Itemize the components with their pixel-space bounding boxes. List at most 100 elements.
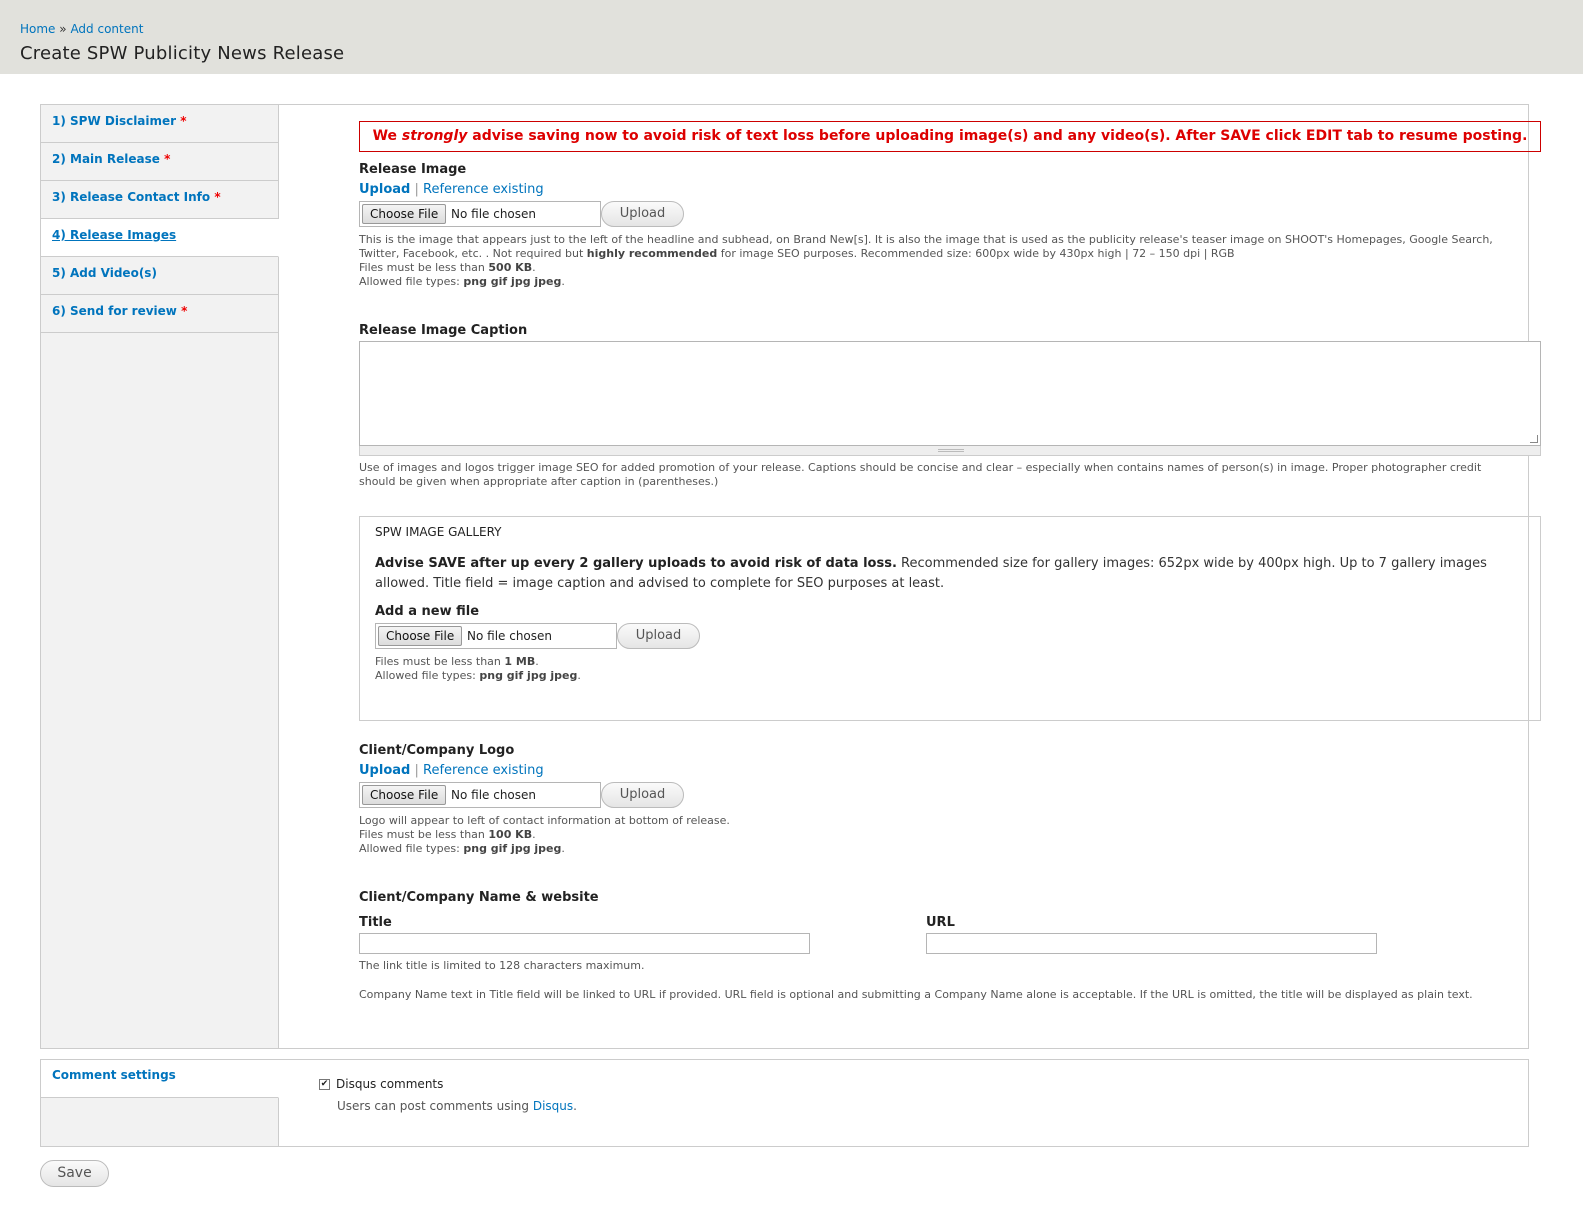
description-text: . — [561, 275, 565, 288]
company-name-website-label: Client/Company Name & website — [359, 890, 599, 905]
allowed-file-types: Allowed file types: png gif jpg jpeg. — [359, 275, 1539, 289]
required-marker: * — [180, 114, 187, 128]
title-label: Title — [359, 915, 392, 930]
gallery-file-input[interactable]: Choose File No file chosen — [375, 623, 617, 649]
reference-existing-link[interactable]: Reference existing — [423, 182, 544, 197]
upload-tab-link[interactable]: Upload — [359, 182, 410, 197]
required-marker: * — [181, 304, 188, 318]
file-size-limit: Files must be less than 1 MB. — [375, 655, 581, 669]
vertical-tabs: 1) SPW Disclaimer * 2) Main Release * 3)… — [40, 104, 1541, 1049]
tab-release-images[interactable]: 4) Release Images — [41, 219, 279, 257]
tab-label: 6) Send for review — [52, 304, 177, 318]
allowed-file-types: Allowed file types: png gif jpg jpeg. — [359, 842, 730, 856]
comment-settings-section: Comment settings ✔ Disqus comments Users… — [40, 1059, 1529, 1147]
tab-release-contact-info[interactable]: 3) Release Contact Info * — [41, 181, 278, 219]
release-image-upload-button[interactable]: Upload — [601, 201, 684, 227]
caption-label: Release Image Caption — [359, 323, 528, 338]
required-marker: * — [214, 190, 221, 204]
url-label: URL — [926, 915, 955, 930]
release-image-description: This is the image that appears just to t… — [359, 233, 1539, 289]
tab-spw-disclaimer[interactable]: 1) SPW Disclaimer * — [41, 105, 278, 143]
grip-icon — [938, 449, 964, 452]
file-size-limit: Files must be less than 100 KB. — [359, 828, 730, 842]
breadcrumb-add-content-link[interactable]: Add content — [70, 22, 143, 36]
description-text: Twitter, Facebook, etc. . Not required b… — [359, 247, 587, 260]
description-text: Files must be less than — [375, 655, 505, 668]
disqus-link[interactable]: Disqus — [533, 1099, 573, 1113]
release-image-file-input[interactable]: Choose File No file chosen — [359, 201, 601, 227]
description-line: Logo will appear to left of contact info… — [359, 814, 730, 827]
description-line: This is the image that appears just to t… — [359, 233, 1493, 246]
upload-tab-link[interactable]: Upload — [359, 763, 410, 778]
file-status: No file chosen — [451, 788, 537, 802]
save-button[interactable]: Save — [40, 1160, 109, 1187]
description-line: should be given when appropriate after c… — [359, 475, 719, 488]
tab-comment-settings[interactable]: Comment settings — [41, 1060, 279, 1098]
gallery-legend: SPW IMAGE GALLERY — [375, 525, 502, 539]
description-line: Twitter, Facebook, etc. . Not required b… — [359, 247, 1539, 261]
gallery-advice: Advise SAVE after up every 2 gallery upl… — [375, 554, 1525, 594]
company-logo-upload-button[interactable]: Upload — [601, 782, 684, 808]
tab-main-release[interactable]: 2) Main Release * — [41, 143, 278, 181]
file-status: No file chosen — [467, 629, 553, 643]
reference-existing-link[interactable]: Reference existing — [423, 763, 544, 778]
description-text: Files must be less than — [359, 828, 489, 841]
required-marker: * — [164, 152, 171, 166]
description-emphasis: highly recommended — [586, 247, 718, 260]
description-text: . — [577, 669, 581, 682]
tab-send-for-review[interactable]: 6) Send for review * — [41, 295, 278, 333]
page-title: Create SPW Publicity News Release — [20, 43, 345, 64]
choose-file-button[interactable]: Choose File — [378, 626, 463, 646]
disqus-comments-label[interactable]: Disqus comments — [336, 1077, 443, 1091]
description-text: for image SEO purposes. Recommended size… — [717, 247, 1235, 260]
tab-add-videos[interactable]: 5) Add Video(s) — [41, 257, 278, 295]
gallery-advice-bold: Advise SAVE after up every 2 gallery upl… — [375, 556, 897, 571]
description-text: Files must be less than — [359, 261, 489, 274]
company-logo-description: Logo will appear to left of contact info… — [359, 814, 730, 856]
file-size-limit: Files must be less than 500 KB. — [359, 261, 1539, 275]
release-image-label: Release Image — [359, 162, 467, 177]
company-logo-file-input[interactable]: Choose File No file chosen — [359, 782, 601, 808]
description-text: . — [573, 1099, 577, 1113]
textarea-grippie[interactable] — [359, 446, 1541, 456]
breadcrumb-separator: » — [59, 22, 67, 36]
description-text: . — [532, 261, 536, 274]
gallery-upload-button[interactable]: Upload — [617, 623, 700, 649]
tab-label: 4) Release Images — [52, 228, 177, 242]
types-value: png gif jpg jpeg — [463, 842, 562, 855]
page-header: Home » Add content Create SPW Publicity … — [0, 0, 1583, 74]
tab-label: 2) Main Release — [52, 152, 160, 166]
resize-handle-icon[interactable] — [1530, 435, 1538, 443]
breadcrumb: Home » Add content — [20, 22, 143, 36]
allowed-file-types: Allowed file types: png gif jpg jpeg. — [375, 669, 581, 683]
breadcrumb-home-link[interactable]: Home — [20, 22, 55, 36]
vertical-tabs-list: 1) SPW Disclaimer * 2) Main Release * 3)… — [41, 105, 279, 1048]
description-text: . — [561, 842, 565, 855]
size-value: 1 MB — [504, 655, 536, 668]
caption-textarea[interactable] — [359, 341, 1541, 446]
company-url-input[interactable] — [926, 933, 1377, 954]
warning-text: advise saving now to avoid risk of text … — [467, 128, 1528, 144]
warning-emphasis: strongly — [401, 128, 468, 144]
release-image-source-links: Upload | Reference existing — [359, 182, 544, 197]
size-value: 100 KB — [488, 828, 533, 841]
company-title-input[interactable] — [359, 933, 810, 954]
caption-description: Use of images and logos trigger image SE… — [359, 461, 1539, 489]
comment-settings-tabs: Comment settings — [41, 1060, 279, 1146]
link-title-limit-note: The link title is limited to 128 charact… — [359, 959, 645, 972]
image-gallery-fieldset: SPW IMAGE GALLERY Advise SAVE after up e… — [359, 516, 1541, 721]
release-images-panel: We strongly advise saving now to avoid r… — [319, 105, 1541, 1048]
disqus-comments-checkbox[interactable]: ✔ — [319, 1079, 330, 1090]
file-status: No file chosen — [451, 207, 537, 221]
tab-label: 5) Add Video(s) — [52, 266, 157, 280]
tab-label: 3) Release Contact Info — [52, 190, 211, 204]
choose-file-button[interactable]: Choose File — [362, 785, 447, 805]
choose-file-button[interactable]: Choose File — [362, 204, 447, 224]
description-text: . — [532, 828, 536, 841]
types-value: png gif jpg jpeg — [479, 669, 578, 682]
disqus-description: Users can post comments using Disqus. — [337, 1099, 577, 1113]
tab-label: 1) SPW Disclaimer — [52, 114, 177, 128]
warning-text: We — [372, 128, 402, 144]
gallery-file-limits: Files must be less than 1 MB. Allowed fi… — [375, 655, 581, 683]
company-logo-source-links: Upload | Reference existing — [359, 763, 544, 778]
